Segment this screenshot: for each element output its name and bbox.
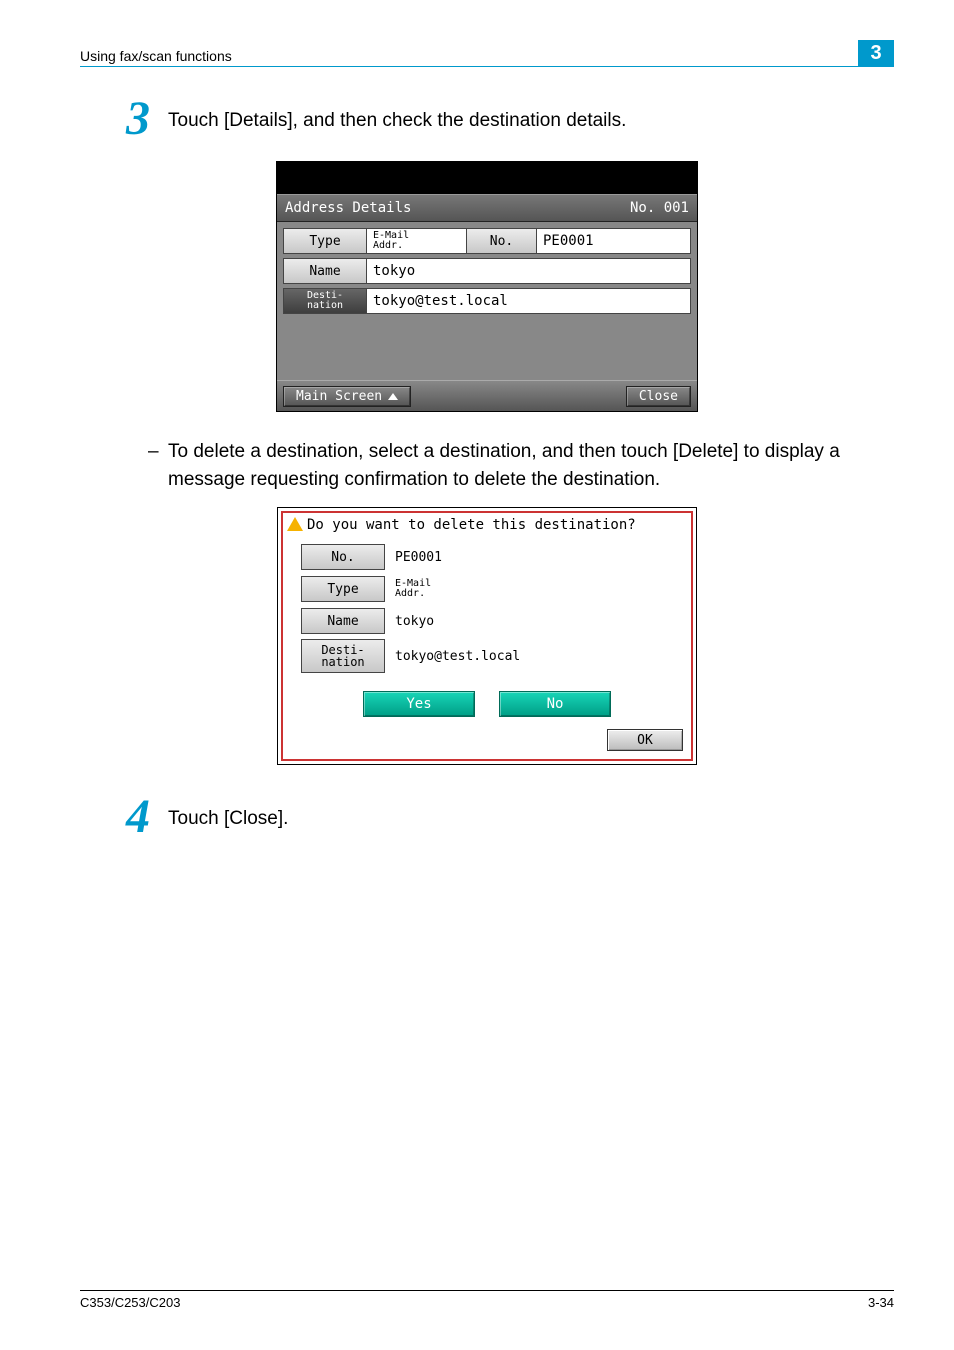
delete-instruction: –To delete a destination, select a desti… bbox=[168, 438, 894, 493]
delete-instruction-text: To delete a destination, select a destin… bbox=[168, 441, 840, 490]
label-destination: Desti- nation bbox=[283, 288, 367, 314]
value-no: PE0001 bbox=[537, 228, 691, 254]
step-4-text: Touch [Close]. bbox=[168, 805, 894, 833]
confirm-label-destination: Desti- nation bbox=[301, 639, 385, 673]
step-number-4: 4 bbox=[80, 793, 168, 841]
up-caret-icon bbox=[388, 393, 398, 400]
panel-title-right: No. 001 bbox=[630, 200, 689, 216]
confirm-label-name: Name bbox=[301, 608, 385, 634]
ok-button[interactable]: OK bbox=[607, 729, 683, 751]
delete-confirm-panel: Do you want to delete this destination? … bbox=[277, 507, 697, 765]
yes-button[interactable]: Yes bbox=[363, 691, 475, 717]
step-number-3: 3 bbox=[80, 95, 168, 143]
label-type: Type bbox=[283, 228, 367, 254]
close-button[interactable]: Close bbox=[626, 386, 691, 407]
confirm-message: Do you want to delete this destination? bbox=[307, 517, 636, 533]
label-no: No. bbox=[467, 228, 537, 254]
main-screen-label: Main Screen bbox=[296, 389, 382, 404]
value-destination: tokyo@test.local bbox=[367, 288, 691, 314]
confirm-value-name: tokyo bbox=[385, 614, 685, 629]
main-screen-button[interactable]: Main Screen bbox=[283, 386, 411, 407]
chapter-number-box: 3 bbox=[858, 40, 894, 66]
value-name: tokyo bbox=[367, 258, 691, 284]
confirm-label-type: Type bbox=[301, 576, 385, 602]
panel-blackbar bbox=[277, 162, 697, 194]
panel-title-left: Address Details bbox=[285, 200, 411, 216]
confirm-value-destination: tokyo@test.local bbox=[385, 649, 685, 664]
warning-icon bbox=[287, 517, 303, 531]
step-3-text: Touch [Details], and then check the dest… bbox=[168, 107, 894, 135]
no-button[interactable]: No bbox=[499, 691, 611, 717]
confirm-label-no: No. bbox=[301, 544, 385, 570]
footer-model: C353/C253/C203 bbox=[80, 1295, 180, 1310]
label-name: Name bbox=[283, 258, 367, 284]
value-type: E-Mail Addr. bbox=[367, 228, 467, 254]
section-title: Using fax/scan functions bbox=[80, 48, 232, 64]
confirm-value-no: PE0001 bbox=[385, 550, 685, 565]
confirm-value-type: E-Mail Addr. bbox=[385, 579, 685, 599]
address-details-panel: Address Details No. 001 Type E-Mail Addr… bbox=[276, 161, 698, 412]
footer-page: 3-34 bbox=[868, 1295, 894, 1310]
